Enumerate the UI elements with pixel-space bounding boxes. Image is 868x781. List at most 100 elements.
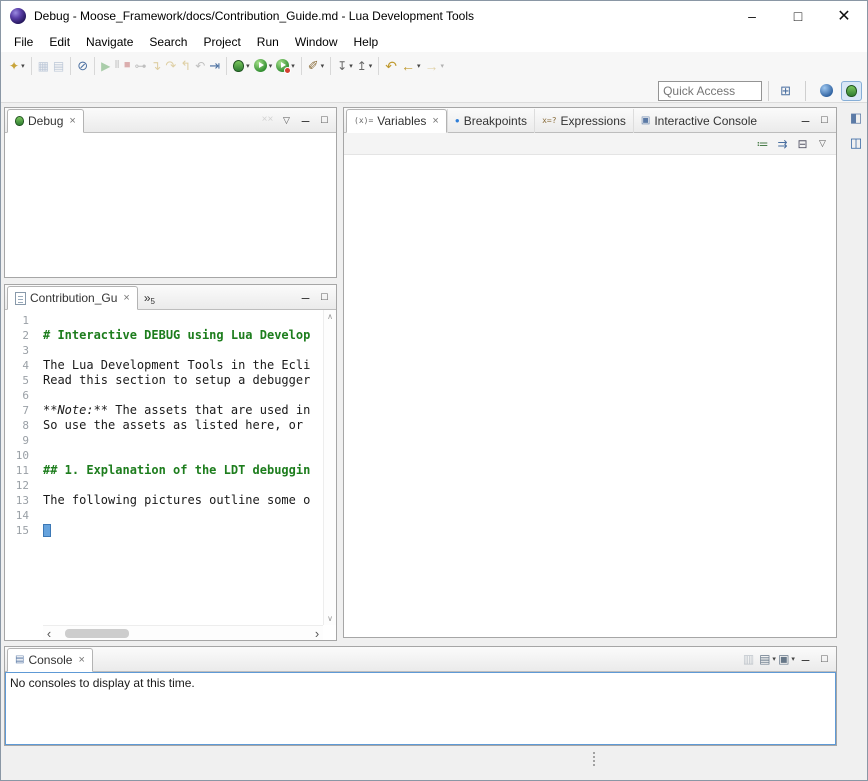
restore-view-button[interactable]: ◫ [848,133,865,151]
open-perspective-button[interactable]: ⊞ [775,79,796,103]
editor-line-10[interactable]: 10 [5,448,323,463]
tab-debug[interactable]: Debug × [7,109,84,133]
editor-tab-overflow[interactable]: » 5 [138,286,161,310]
editor-line-5[interactable]: 5Read this section to setup a debugger [5,373,323,388]
minimize-debug-view-button[interactable]: – [297,111,314,129]
dropdown-arrow-icon[interactable]: ▾ [369,62,373,70]
editor-horizontal-scrollbar[interactable]: ‹ › [43,625,323,640]
dropdown-arrow-icon[interactable]: ▾ [791,655,795,663]
editor-line-2[interactable]: 2# Interactive DEBUG using Lua Develop [5,328,323,343]
debug-view-menu-button[interactable]: ▽ [278,111,295,129]
minimized-view-stack-button[interactable]: ◧ [848,108,865,126]
collapse-all-button[interactable]: ⊟ [794,135,811,153]
dropdown-arrow-icon[interactable]: ▾ [321,62,325,70]
editor-content[interactable]: 12# Interactive DEBUG using Lua Develop3… [5,310,336,625]
minimize-window-button[interactable]: – [729,1,775,31]
variables-view-content[interactable] [344,155,836,637]
menu-search[interactable]: Search [141,33,195,51]
run-with-coverage-button[interactable]: ▾ [274,55,297,77]
menu-window[interactable]: Window [287,33,346,51]
open-console-button[interactable]: ▣▾ [778,650,795,668]
dropdown-arrow-icon[interactable]: ▾ [772,655,776,663]
maximize-window-button[interactable]: □ [775,1,821,31]
run-button[interactable]: ▾ [252,55,275,77]
dropdown-arrow-icon[interactable]: ▾ [21,62,25,70]
editor-line-13[interactable]: 13The following pictures outline some o [5,493,323,508]
tab-interactive-console[interactable]: ▣Interactive Console [633,109,764,133]
dropdown-arrow-icon[interactable]: ▾ [441,62,445,70]
lua-perspective-button[interactable] [815,80,838,101]
debug-perspective-button-glyph [846,85,857,97]
close-tab-icon[interactable]: × [123,293,129,304]
step-into-button-glyph: ↴ [150,59,161,72]
use-step-filters-button[interactable]: ⇥ [207,55,222,77]
editor-line-3[interactable]: 3 [5,343,323,358]
back-button[interactable]: ←▾ [399,55,423,77]
menu-project[interactable]: Project [195,33,248,51]
maximize-editor-button[interactable]: □ [316,288,333,306]
close-tab-icon[interactable]: × [78,655,84,666]
tab-contribution-guide[interactable]: Contribution_Gu × [7,286,138,310]
editor-code-area[interactable]: 12# Interactive DEBUG using Lua Develop3… [5,310,323,625]
dropdown-arrow-icon[interactable]: ▾ [291,62,295,70]
scroll-left-icon[interactable]: ‹ [43,627,55,640]
next-annotation-button[interactable]: ↧▾ [335,55,355,77]
scroll-down-icon[interactable]: ∨ [327,612,333,625]
minimize-console-button[interactable]: – [797,650,814,668]
tab-breakpoints[interactable]: ●Breakpoints [447,109,534,133]
dropdown-arrow-icon[interactable]: ▾ [246,62,250,70]
scroll-right-icon[interactable]: › [311,627,323,640]
show-logical-structures-button[interactable]: ⇉ [774,135,791,153]
editor-vertical-scrollbar[interactable]: ∧ ∨ [323,310,336,625]
debug-button[interactable]: ▾ [231,55,252,77]
dropdown-arrow-icon[interactable]: ▾ [269,62,273,70]
scrollbar-thumb[interactable] [65,629,129,638]
console-content[interactable]: No consoles to display at this time. [5,672,836,745]
tab-console[interactable]: ▤ Console × [7,648,93,672]
maximize-console-button[interactable]: □ [816,650,833,668]
variables-view-menu-button[interactable]: ▽ [814,135,831,153]
dropdown-arrow-icon[interactable]: ▾ [417,62,421,70]
minimize-variables-view-button[interactable]: – [797,111,814,129]
dropdown-arrow-icon[interactable]: ▾ [349,62,353,70]
new-wizard-button[interactable]: ✦▾ [7,55,27,77]
editor-line-8[interactable]: 8So use the assets as listed here, or [5,418,323,433]
debug-view-content[interactable] [5,133,336,277]
maximize-variables-view-button[interactable]: □ [816,111,833,129]
sash-handle[interactable] [593,752,595,766]
skip-all-breakpoints-button[interactable]: ⊘ [75,55,90,77]
menu-bar: FileEditNavigateSearchProjectRunWindowHe… [1,31,867,52]
editor-line-9[interactable]: 9 [5,433,323,448]
external-tools-button[interactable]: ✐▾ [306,55,326,77]
editor-line-4[interactable]: 4The Lua Development Tools in the Ecli [5,358,323,373]
variables-view-toolbar: ≔⇉⊟▽ [344,133,836,155]
debug-perspective-button[interactable] [841,81,862,101]
menu-edit[interactable]: Edit [41,33,78,51]
menu-help[interactable]: Help [346,33,387,51]
editor-line-15[interactable]: 15 [5,523,323,538]
maximize-debug-view-button[interactable]: □ [316,111,333,129]
menu-navigate[interactable]: Navigate [78,33,141,51]
skip-all-breakpoints-button-glyph: ⊘ [77,59,88,72]
editor-line-14[interactable]: 14 [5,508,323,523]
editor-line-1[interactable]: 1 [5,313,323,328]
tab-variables[interactable]: (x)=Variables× [346,109,447,133]
scrollbar-track[interactable] [55,629,311,638]
last-edit-location-button[interactable]: ↶ [383,55,399,77]
menu-file[interactable]: File [6,33,41,51]
editor-line-6[interactable]: 6 [5,388,323,403]
editor-line-7[interactable]: 7**Note:** The assets that are used in [5,403,323,418]
quick-access-input[interactable] [658,81,762,101]
editor-line-12[interactable]: 12 [5,478,323,493]
tab-expressions[interactable]: x=?Expressions [534,109,633,133]
minimize-editor-button[interactable]: – [297,288,314,306]
close-window-button[interactable]: ✕ [821,1,867,31]
close-tab-icon[interactable]: × [432,116,438,127]
show-type-names-button[interactable]: ≔ [754,135,771,153]
scroll-up-icon[interactable]: ∧ [327,310,333,323]
editor-line-11[interactable]: 11## 1. Explanation of the LDT debuggin [5,463,323,478]
previous-annotation-button[interactable]: ↥▾ [355,55,375,77]
menu-run[interactable]: Run [249,33,287,51]
close-tab-icon[interactable]: × [69,116,75,127]
display-selected-console-button[interactable]: ▤▾ [759,650,776,668]
